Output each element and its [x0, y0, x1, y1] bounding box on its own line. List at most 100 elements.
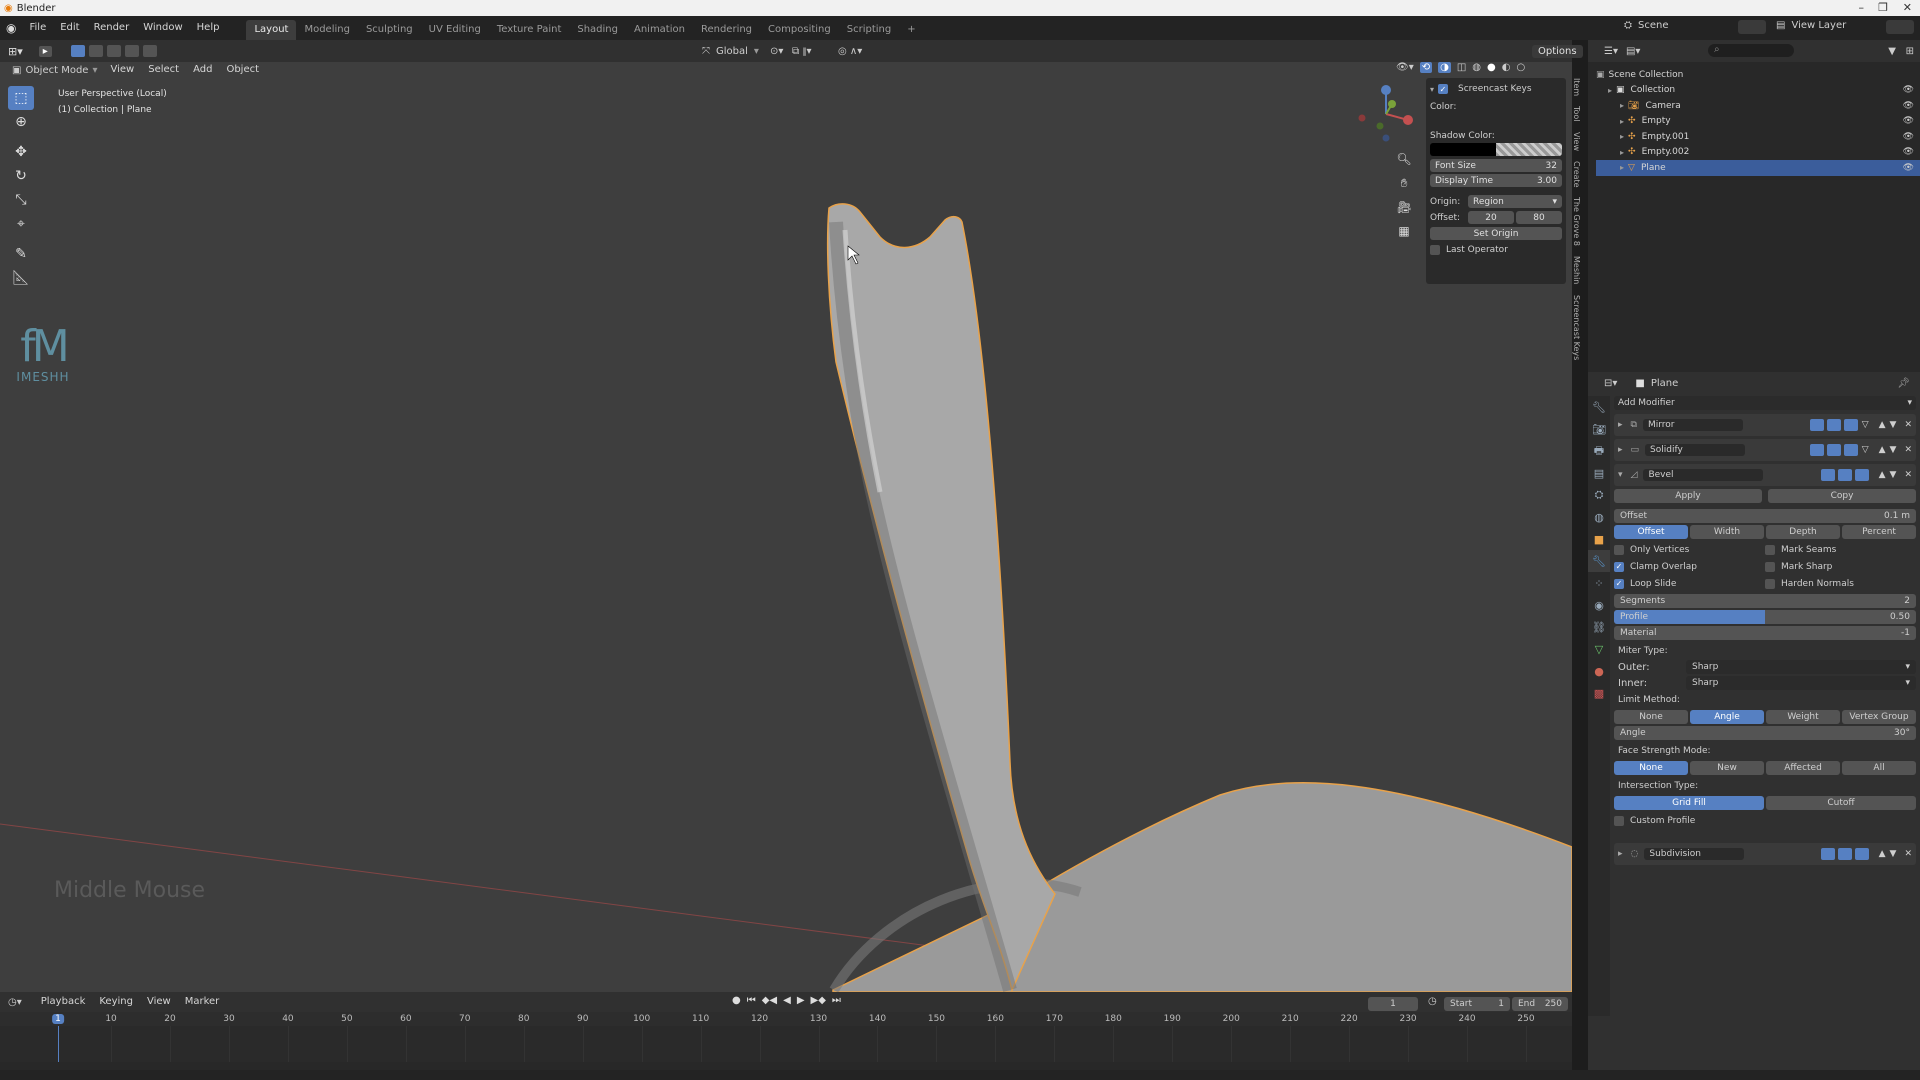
cage-toggle-icon[interactable]: ▽: [1862, 420, 1869, 430]
camera-view-icon[interactable]: 🎥︎: [1394, 200, 1414, 224]
shadow-color-swatch[interactable]: [1430, 143, 1562, 156]
scene-new-button[interactable]: [1738, 20, 1766, 34]
outliner-editor-icon[interactable]: ☰▾: [1604, 46, 1618, 57]
sidebar-tab-item[interactable]: Item: [1572, 78, 1581, 96]
render-toggle-icon[interactable]: [1837, 469, 1852, 481]
transform-icon[interactable]: ⌖: [8, 212, 34, 236]
outliner-search-input[interactable]: ⌕: [1708, 44, 1794, 57]
angle-field[interactable]: Angle 30°: [1614, 726, 1916, 740]
select-tool-icon[interactable]: ▸: [38, 45, 52, 57]
physics-tab-icon[interactable]: ◉: [1588, 594, 1610, 616]
profile-slider[interactable]: Profile 0.50: [1614, 610, 1916, 624]
set-origin-button[interactable]: Set Origin: [1430, 227, 1562, 240]
offset-x-field[interactable]: 20: [1468, 211, 1514, 224]
display-time-field[interactable]: Display Time 3.00: [1430, 174, 1562, 187]
remove-modifier-icon[interactable]: ✕: [1904, 420, 1912, 430]
pan-hand-icon[interactable]: ✋︎: [1394, 176, 1414, 200]
select-new-icon[interactable]: [70, 45, 85, 57]
move-down-icon[interactable]: ▼: [1890, 470, 1897, 480]
outer-miter-select[interactable]: Sharp ▾: [1686, 660, 1916, 674]
pivot-point-icon[interactable]: ⊙▾: [770, 46, 783, 57]
visibility-eye-icon[interactable]: 👁︎: [1903, 147, 1914, 157]
play-reverse-icon[interactable]: ◀: [783, 995, 791, 1006]
limit-option-vertex-group[interactable]: Vertex Group: [1842, 710, 1916, 724]
face-option-affected[interactable]: Affected: [1766, 761, 1840, 775]
segments-field[interactable]: Segments 2: [1614, 594, 1916, 608]
outliner-root[interactable]: ▣ Scene Collection: [1596, 67, 1920, 83]
cursor-icon[interactable]: ⊕: [8, 110, 34, 134]
world-tab-icon[interactable]: ◍: [1588, 506, 1610, 528]
harden-normals-checkbox[interactable]: Harden Normals: [1765, 575, 1916, 592]
font-size-field[interactable]: Font Size 32: [1430, 159, 1562, 172]
tab-shading[interactable]: Shading: [569, 20, 626, 40]
menu-window[interactable]: Window: [136, 16, 189, 40]
expand-icon[interactable]: ▸: [1620, 117, 1624, 126]
timeline-menu-playback[interactable]: Playback: [34, 992, 93, 1012]
timeline-track-area[interactable]: [0, 1026, 1572, 1062]
modifier-bevel[interactable]: ▾ ◿ Bevel ▲ ▼ ✕: [1614, 464, 1916, 486]
play-icon[interactable]: ▶: [797, 995, 805, 1006]
texture-tab-icon[interactable]: ▩: [1588, 682, 1610, 704]
offset-y-field[interactable]: 80: [1516, 211, 1562, 224]
editmode-toggle-icon[interactable]: [1854, 848, 1869, 860]
options-button[interactable]: Options: [1532, 44, 1583, 58]
display-mode-icon[interactable]: ▤▾: [1626, 46, 1640, 57]
modifier-subdivision[interactable]: ▸ ◌ Subdivision ▲ ▼ ✕: [1614, 843, 1916, 865]
jump-key-forward-icon[interactable]: ▶◆: [811, 995, 826, 1006]
origin-select[interactable]: Region ▾: [1468, 195, 1562, 208]
filter-icon[interactable]: ▼: [1888, 46, 1896, 57]
limit-option-none[interactable]: None: [1614, 710, 1688, 724]
limit-option-angle[interactable]: Angle: [1690, 710, 1764, 724]
sidebar-tab-create[interactable]: Create: [1572, 161, 1581, 188]
menu-file[interactable]: File: [22, 16, 53, 40]
expand-icon[interactable]: ▸: [1620, 132, 1624, 141]
properties-editor-icon[interactable]: ⊟▾: [1604, 378, 1617, 389]
expand-icon[interactable]: ▸: [1618, 849, 1623, 859]
view-object-types-icon[interactable]: 👁︎▾: [1396, 62, 1414, 73]
visibility-eye-icon[interactable]: 👁︎: [1903, 132, 1914, 142]
visibility-eye-icon[interactable]: 👁︎: [1903, 116, 1914, 126]
tool-tab-icon[interactable]: 🔧︎: [1588, 396, 1610, 418]
scene-tab-icon[interactable]: ⛭: [1588, 484, 1610, 506]
modifier-mirror[interactable]: ▸ ⧉ Mirror ▽ ▲ ▼ ✕: [1614, 414, 1916, 436]
proportional-edit-icon[interactable]: ◎ ∧▾: [838, 46, 862, 57]
transform-orientation[interactable]: ⤧ Global ▾: [702, 46, 759, 57]
playhead-line[interactable]: [58, 1026, 59, 1062]
face-option-none[interactable]: None: [1614, 761, 1688, 775]
select-intersect-icon[interactable]: [142, 45, 157, 57]
modifier-solidify[interactable]: ▸ ▭ Solidify ▽ ▲ ▼ ✕: [1614, 439, 1916, 461]
move-up-icon[interactable]: ▲: [1879, 420, 1886, 430]
inter-option-cutoff[interactable]: Cutoff: [1766, 796, 1916, 810]
offset-amount-field[interactable]: Offset 0.1 m: [1614, 509, 1916, 523]
outliner-item-empty-002[interactable]: ▸ ✣ Empty.002 👁︎: [1596, 145, 1920, 161]
panel-collapse-icon[interactable]: ▾: [1430, 85, 1434, 94]
new-collection-icon[interactable]: ⊞: [1906, 46, 1914, 57]
timeline-menu-view[interactable]: View: [140, 992, 178, 1012]
move-icon[interactable]: ✥: [8, 140, 34, 164]
menu-edit[interactable]: Edit: [53, 16, 86, 40]
particles-tab-icon[interactable]: ⁘: [1588, 572, 1610, 594]
wireframe-shading-icon[interactable]: ◍: [1472, 62, 1481, 73]
face-option-all[interactable]: All: [1842, 761, 1916, 775]
viewport-menu-object[interactable]: Object: [219, 58, 266, 82]
select-subtract-icon[interactable]: [106, 45, 121, 57]
width-option-width[interactable]: Width: [1690, 525, 1764, 539]
modifier-name-field[interactable]: Subdivision: [1644, 848, 1745, 860]
outliner-item-empty-001[interactable]: ▸ ✣ Empty.001 👁︎: [1596, 129, 1920, 145]
expand-icon[interactable]: ▸: [1620, 101, 1624, 110]
copy-button[interactable]: Copy: [1768, 489, 1916, 503]
sidebar-tab-view[interactable]: View: [1572, 132, 1581, 151]
expand-icon[interactable]: ▸: [1608, 86, 1612, 95]
select-invert-icon[interactable]: [124, 45, 139, 57]
rotate-icon[interactable]: ↻: [8, 164, 34, 188]
solid-shading-icon[interactable]: ●: [1487, 62, 1496, 73]
modifier-name-field[interactable]: Bevel: [1643, 469, 1764, 481]
render-tab-icon[interactable]: 📷︎: [1588, 418, 1610, 440]
jump-start-icon[interactable]: ⏮: [747, 995, 756, 1006]
viewport-toggle-icon[interactable]: [1820, 848, 1835, 860]
tab-modeling[interactable]: Modeling: [296, 20, 358, 40]
expand-icon[interactable]: ▸: [1620, 148, 1624, 157]
width-option-offset[interactable]: Offset: [1614, 525, 1688, 539]
select-extend-icon[interactable]: [88, 45, 103, 57]
gizmo-toggle-icon[interactable]: ⟲: [1419, 62, 1433, 73]
